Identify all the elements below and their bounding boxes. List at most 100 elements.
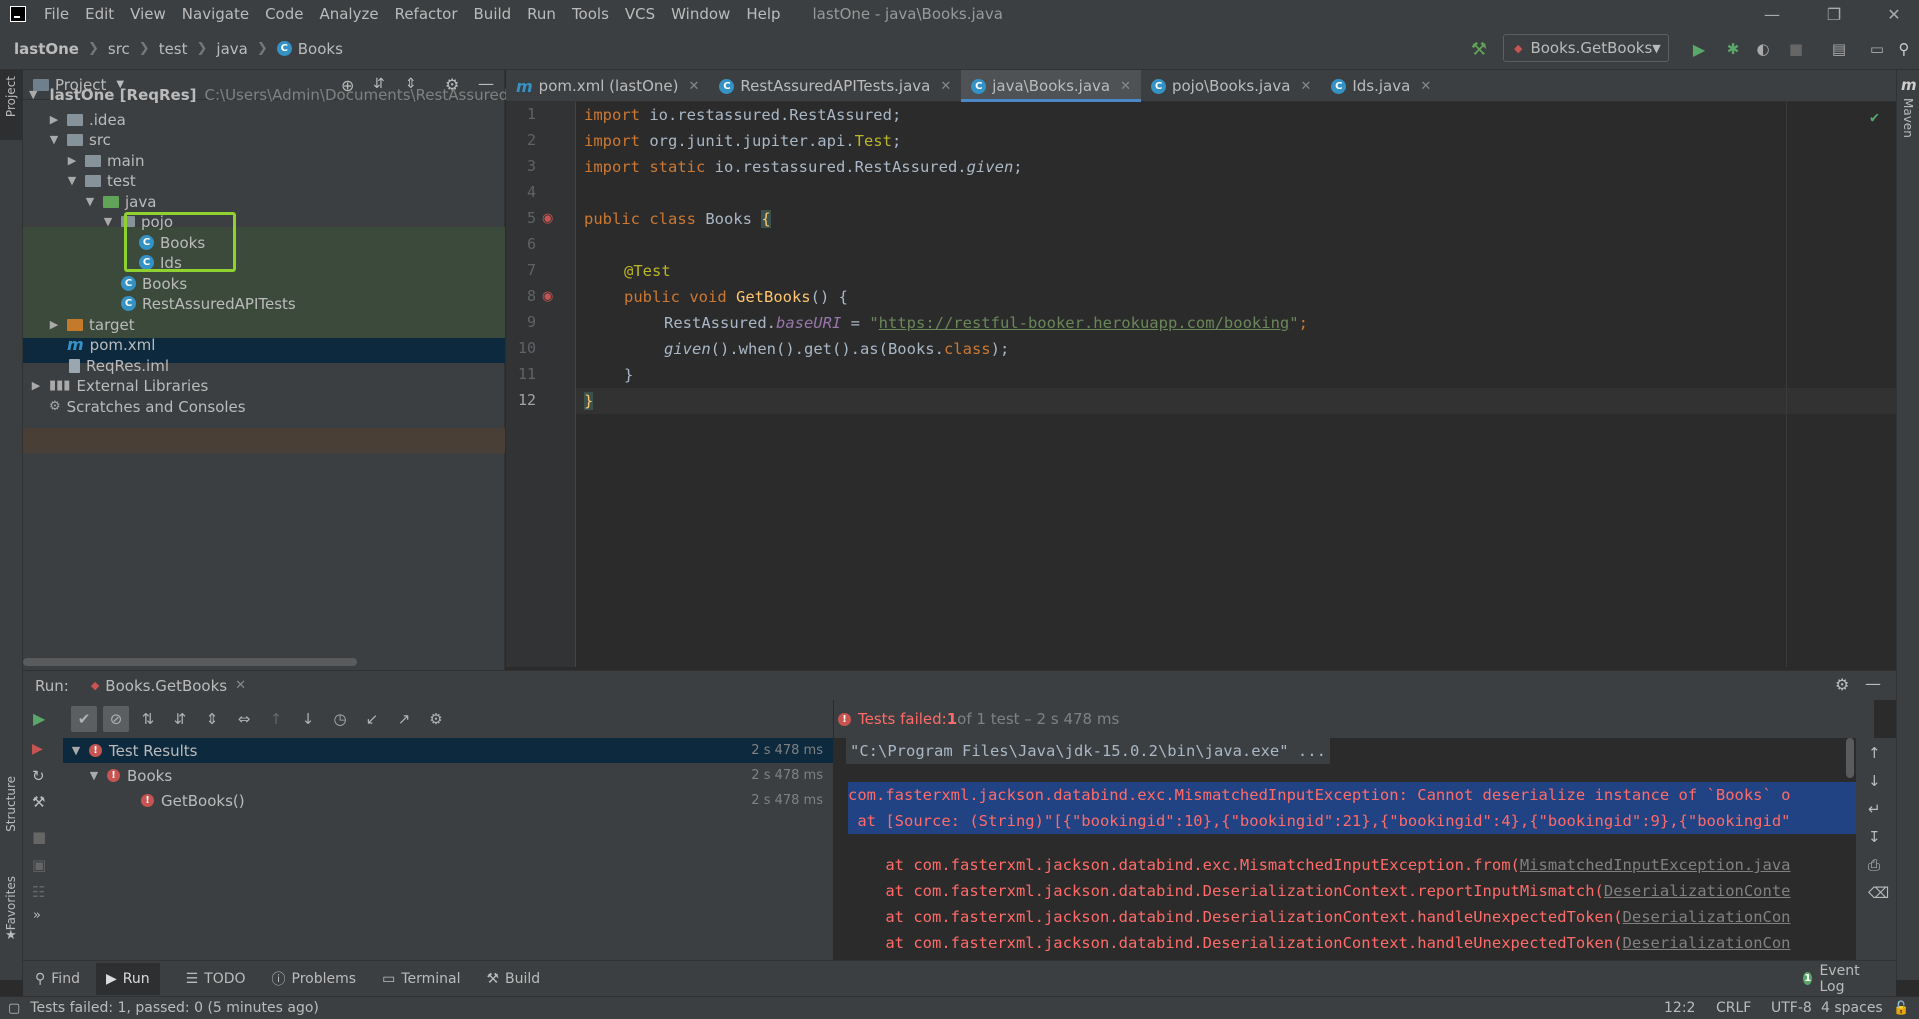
debug-icon[interactable]: ✱ <box>1722 38 1744 60</box>
lock-icon[interactable]: 🔓 <box>1893 1001 1909 1016</box>
menu-code[interactable]: Code <box>257 5 311 23</box>
result-row-test-results[interactable]: ▼ ! Test Results 2 s 478 ms <box>63 738 833 763</box>
previous-failed-icon[interactable]: ↑ <box>263 706 289 732</box>
rerun-icon[interactable]: ▶ <box>33 709 45 728</box>
terminal-tab[interactable]: ▭ Terminal <box>382 971 460 987</box>
coverage-icon[interactable]: ◐ <box>1752 38 1774 60</box>
breadcrumb-file[interactable]: C Books <box>276 40 343 58</box>
tab-java-books[interactable]: Cjava\Books.java ✕ <box>961 70 1141 102</box>
gear-icon[interactable]: ⚙ <box>1835 675 1849 694</box>
tab-pojo-books[interactable]: Cpojo\Books.java ✕ <box>1141 70 1321 102</box>
toolbox-icon[interactable]: ▭ <box>1866 38 1888 60</box>
run-tab-label[interactable]: Books.GetBooks <box>105 677 227 695</box>
close-icon[interactable]: ✕ <box>1300 79 1311 94</box>
stack-link[interactable]: DeserializationConte <box>1604 882 1791 900</box>
horizontal-scrollbar[interactable] <box>23 658 357 666</box>
indent-setting[interactable]: 4 spaces <box>1821 1000 1883 1016</box>
breadcrumb-project[interactable]: lastOne <box>14 40 79 58</box>
vertical-scrollbar[interactable] <box>1846 738 1854 778</box>
minimize-icon[interactable]: — <box>1749 0 1795 28</box>
arrow-down-icon[interactable]: ↓ <box>1868 772 1881 790</box>
next-failed-icon[interactable]: ↓ <box>295 706 321 732</box>
toggle-auto-test-icon[interactable]: ↻ <box>32 767 45 785</box>
scroll-to-end-icon[interactable]: ↧ <box>1868 828 1881 846</box>
close-icon[interactable]: ✕ <box>235 678 246 693</box>
run-icon[interactable]: ▶ <box>1688 38 1710 60</box>
history-icon[interactable]: ◷ <box>327 706 353 732</box>
expand-all-icon[interactable]: ⇕ <box>199 706 225 732</box>
close-icon[interactable]: ✕ <box>940 79 951 94</box>
status-message[interactable]: Tests failed: 1, passed: 0 (5 minutes ag… <box>30 1000 319 1016</box>
breadcrumb-src[interactable]: src <box>108 40 130 58</box>
stack-link[interactable]: MismatchedInputException.java <box>1520 856 1791 874</box>
menu-vcs[interactable]: VCS <box>617 5 663 23</box>
menu-run[interactable]: Run <box>519 5 564 23</box>
close-icon[interactable]: ✕ <box>1420 79 1431 94</box>
wrench-icon[interactable]: ⚒ <box>32 793 45 811</box>
close-icon[interactable]: ✕ <box>1120 79 1131 94</box>
tab-pom-xml[interactable]: m pom.xml (lastOne) ✕ <box>506 70 709 102</box>
arrow-up-icon[interactable]: ↑ <box>1868 744 1881 762</box>
file-encoding[interactable]: UTF-8 <box>1771 1000 1812 1016</box>
menu-refactor[interactable]: Refactor <box>387 5 466 23</box>
toggle-tool-windows-icon[interactable]: ▢ <box>8 1001 20 1016</box>
menu-build[interactable]: Build <box>466 5 520 23</box>
result-row-books[interactable]: ▼ ! Books 2 s 478 ms <box>63 763 833 788</box>
maven-tool-label[interactable]: Maven <box>1901 98 1915 138</box>
close-window-icon[interactable]: ✕ <box>1871 0 1917 28</box>
menu-analyze[interactable]: Analyze <box>311 5 386 23</box>
tree-row-scratches[interactable]: ⚙ Scratches and Consoles <box>23 394 505 419</box>
menu-help[interactable]: Help <box>738 5 788 23</box>
menu-tools[interactable]: Tools <box>564 5 617 23</box>
problems-tab[interactable]: ⓘ Problems <box>272 969 357 989</box>
export-tests-icon[interactable]: ↗ <box>391 706 417 732</box>
find-tab[interactable]: ⚲ Find <box>35 971 80 987</box>
sort-duration-icon[interactable]: ⇵ <box>167 706 193 732</box>
favorites-tool-label[interactable]: Favorites <box>4 876 18 930</box>
run-configuration-dropdown[interactable]: ◆ Books.GetBooks ▼ <box>1503 34 1669 62</box>
code-editor[interactable]: import io.restassured.RestAssured; impor… <box>576 102 1896 667</box>
close-icon[interactable]: ✕ <box>688 79 699 94</box>
run-test-gutter-icon[interactable]: ◉ <box>542 211 553 226</box>
restore-icon[interactable]: ❐ <box>1811 0 1857 28</box>
tree-row-project-root[interactable]: ▼ lastOne [ReqRes] C:\Users\Admin\Docume… <box>23 82 545 107</box>
trash-icon[interactable]: ⌫ <box>1868 884 1889 902</box>
line-separator[interactable]: CRLF <box>1716 1000 1751 1016</box>
sort-alpha-icon[interactable]: ⇅ <box>135 706 161 732</box>
menu-edit[interactable]: Edit <box>77 5 122 23</box>
print-icon[interactable]: ⎙ <box>1868 856 1880 874</box>
build-tab[interactable]: ⚒ Build <box>486 971 540 987</box>
more-icon[interactable]: » <box>33 908 41 923</box>
clear-icon[interactable]: ☷ <box>32 883 45 901</box>
rerun-failed-icon[interactable]: ▶ <box>32 741 43 757</box>
menu-file[interactable]: File <box>36 5 77 23</box>
hide-panel-icon[interactable]: — <box>1865 674 1881 693</box>
import-tests-icon[interactable]: ↙ <box>359 706 385 732</box>
stop-icon[interactable]: ■ <box>1785 38 1807 60</box>
structure-tool-label[interactable]: Structure <box>4 776 18 832</box>
result-row-getbooks[interactable]: ! GetBooks() 2 s 478 ms <box>63 788 833 813</box>
build-hammer-icon[interactable]: ⚒ <box>1468 38 1490 60</box>
menu-navigate[interactable]: Navigate <box>174 5 257 23</box>
gear-icon[interactable]: ⚙ <box>423 706 449 732</box>
project-tool-button[interactable]: Project <box>0 70 23 140</box>
tab-ids[interactable]: C Ids.java ✕ <box>1321 70 1441 102</box>
soft-wrap-icon[interactable]: ↵ <box>1868 800 1881 818</box>
project-structure-icon[interactable]: ▤ <box>1828 38 1850 60</box>
console-output[interactable]: "C:\Program Files\Java\jdk-15.0.2\bin\ja… <box>834 738 1856 960</box>
stack-link[interactable]: DeserializationCon <box>1623 934 1791 952</box>
caret-position[interactable]: 12:2 <box>1664 1000 1695 1016</box>
search-icon[interactable]: ⚲ <box>1893 38 1915 60</box>
collapse-all-icon[interactable]: ⇔ <box>231 706 257 732</box>
menu-window[interactable]: Window <box>663 5 738 23</box>
todo-tab[interactable]: ☰ TODO <box>186 971 246 987</box>
show-ignored-icon[interactable]: ⊘ <box>103 706 129 732</box>
menu-view[interactable]: View <box>122 5 174 23</box>
stack-link[interactable]: DeserializationCon <box>1623 908 1791 926</box>
show-passed-icon[interactable]: ✔ <box>71 706 97 732</box>
run-tab[interactable]: ▶ Run <box>95 962 160 995</box>
breadcrumb-test[interactable]: test <box>159 40 188 58</box>
camera-icon[interactable]: ▣ <box>32 856 46 874</box>
event-log-tab[interactable]: 1 Event Log <box>1803 963 1870 995</box>
tab-restassuredapitests[interactable]: C RestAssuredAPITests.java ✕ <box>709 70 961 102</box>
